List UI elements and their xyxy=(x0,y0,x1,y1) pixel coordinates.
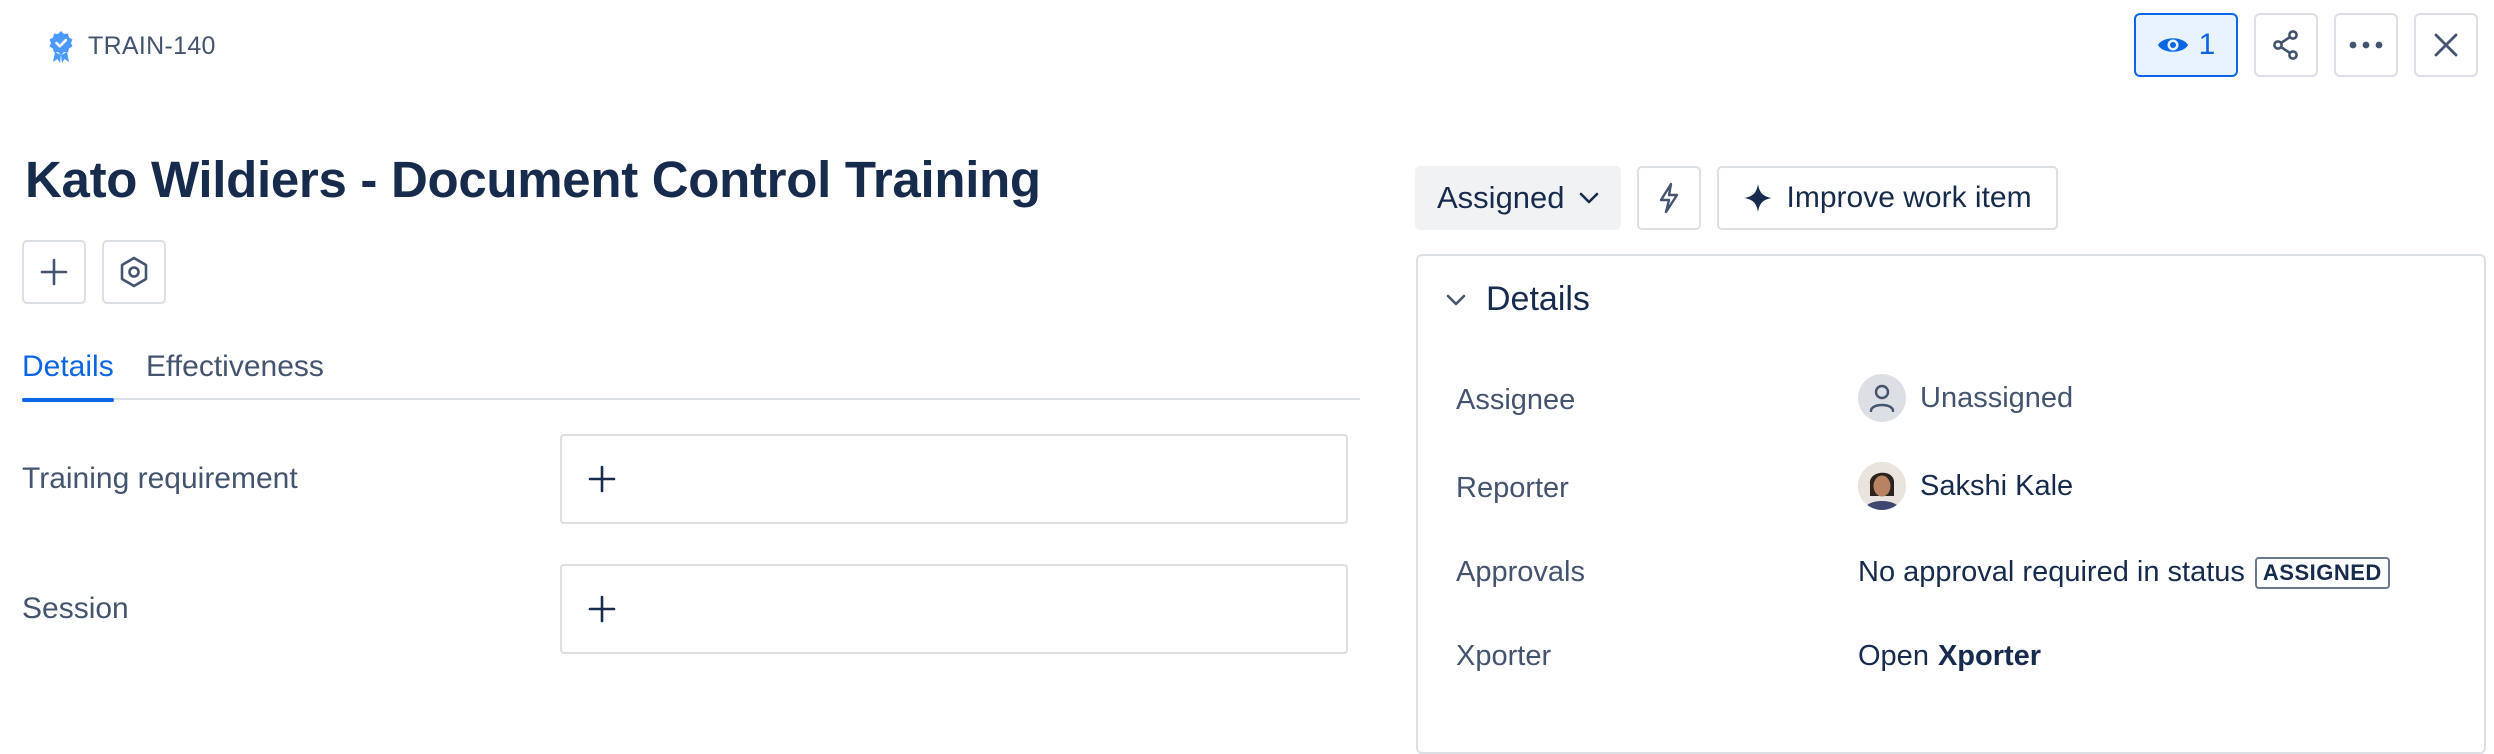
avatar xyxy=(1858,374,1906,422)
tab-details[interactable]: Details xyxy=(22,350,114,402)
top-actions: 1 xyxy=(2134,13,2478,77)
approvals-text: No approval required in status xyxy=(1858,556,2245,588)
session-label: Session xyxy=(22,592,129,625)
assignee-label: Assignee xyxy=(1456,384,1576,416)
training-badge-icon xyxy=(49,31,73,63)
quick-actions xyxy=(22,240,166,304)
plus-icon xyxy=(588,595,616,623)
approvals-value: No approval required in status ASSIGNED xyxy=(1858,556,2390,589)
status-label: Assigned xyxy=(1437,180,1565,215)
approvals-label: Approvals xyxy=(1456,556,1585,588)
sparkle-icon xyxy=(1743,184,1772,212)
assignee-value[interactable]: Unassigned xyxy=(1858,374,2073,422)
issue-key[interactable]: TRAIN-140 xyxy=(88,32,216,61)
more-actions-button[interactable] xyxy=(2334,13,2398,77)
tab-effectiveness[interactable]: Effectiveness xyxy=(146,350,324,384)
session-field[interactable] xyxy=(560,564,1348,654)
apps-button[interactable] xyxy=(102,240,166,304)
plus-icon xyxy=(588,465,616,493)
tab-bar: Details Effectiveness xyxy=(22,340,1360,402)
automation-button[interactable] xyxy=(1636,166,1701,230)
status-toolbar: Assigned Improve work item xyxy=(1415,166,2058,230)
reporter-label: Reporter xyxy=(1456,472,1569,504)
issue-title[interactable]: Kato Wildiers - Document Control Trainin… xyxy=(25,150,1041,209)
improve-work-item-button[interactable]: Improve work item xyxy=(1716,166,2058,230)
xporter-prefix: Open xyxy=(1858,640,1929,672)
xporter-link[interactable]: Xporter xyxy=(1938,640,2041,673)
chevron-down-icon xyxy=(1446,294,1466,305)
xporter-label: Xporter xyxy=(1456,640,1552,672)
xporter-value[interactable]: Open Xporter xyxy=(1858,640,2041,673)
details-panel-header[interactable]: Details xyxy=(1446,280,1590,319)
watchers-count: 1 xyxy=(2198,28,2216,61)
watch-button[interactable]: 1 xyxy=(2134,13,2238,77)
reporter-avatar-image xyxy=(1858,462,1906,510)
status-badge: ASSIGNED xyxy=(2254,556,2390,589)
training-requirement-field[interactable] xyxy=(560,434,1348,524)
close-button[interactable] xyxy=(2414,13,2478,77)
status-dropdown[interactable]: Assigned xyxy=(1415,166,1621,230)
assignee-name: Unassigned xyxy=(1920,381,2074,414)
chevron-down-icon xyxy=(1579,192,1598,204)
improve-label: Improve work item xyxy=(1786,181,2032,214)
eye-icon xyxy=(2157,38,2188,52)
breadcrumb[interactable]: TRAIN-140 xyxy=(44,26,216,66)
share-button[interactable] xyxy=(2254,13,2318,77)
person-icon xyxy=(1869,384,1895,412)
close-icon xyxy=(2434,33,2458,57)
more-icon xyxy=(2349,41,2383,49)
share-icon xyxy=(2273,30,2298,60)
add-button[interactable] xyxy=(22,240,86,304)
reporter-name: Sakshi Kale xyxy=(1920,469,2074,502)
training-requirement-label: Training requirement xyxy=(22,462,298,495)
avatar xyxy=(1858,462,1906,510)
reporter-value[interactable]: Sakshi Kale xyxy=(1858,462,2073,510)
bolt-icon xyxy=(1659,182,1678,214)
settings-hex-icon xyxy=(120,256,148,288)
plus-icon xyxy=(40,258,68,286)
details-panel: Details Assignee Unassigned Reporter Sak… xyxy=(1416,254,2486,754)
details-panel-title: Details xyxy=(1486,280,1590,318)
